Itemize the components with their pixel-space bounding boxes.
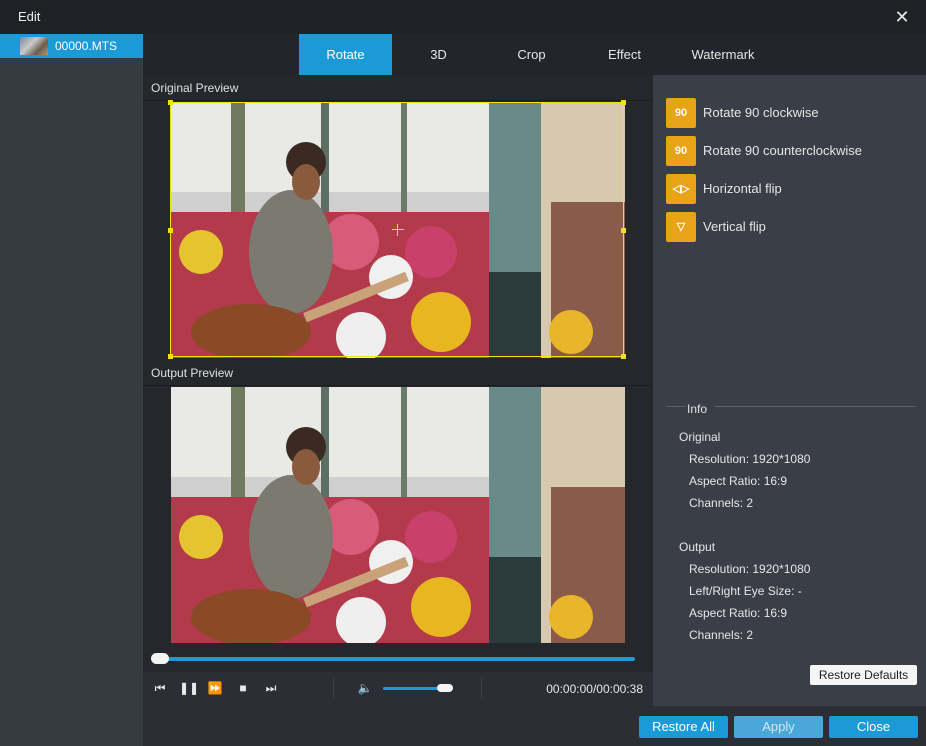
divider xyxy=(143,385,653,386)
horizontal-flip-label: Horizontal flip xyxy=(703,181,782,196)
close-icon[interactable]: ✕ xyxy=(892,7,912,27)
file-thumbnail xyxy=(20,37,48,55)
rotate-counterclockwise-label: Rotate 90 counterclockwise xyxy=(703,143,862,158)
divider xyxy=(143,100,653,101)
info-title: Info xyxy=(687,402,708,416)
original-resolution: Resolution: 1920*1080 xyxy=(689,452,811,466)
output-aspect-ratio: Aspect Ratio: 16:9 xyxy=(689,606,788,620)
dialog-footer: Restore All Apply Close xyxy=(143,706,926,746)
output-channels: Channels: 2 xyxy=(689,628,754,642)
close-button[interactable]: Close xyxy=(829,716,918,738)
seek-handle[interactable] xyxy=(151,653,169,664)
divider xyxy=(715,406,916,407)
preview-panel: Original Preview Output Preview ⏮ ❚❚ ⏩ ■… xyxy=(143,75,653,706)
skip-back-icon[interactable]: ⏮ xyxy=(152,680,168,696)
tab-3d[interactable]: 3D xyxy=(392,34,485,75)
volume-handle[interactable] xyxy=(437,684,453,692)
window-title: Edit xyxy=(18,9,41,24)
divider xyxy=(333,678,334,698)
rotate-options-panel: 90 Rotate 90 clockwise 90 Rotate 90 coun… xyxy=(653,75,926,706)
output-resolution: Resolution: 1920*1080 xyxy=(689,562,811,576)
player-controls: ⏮ ❚❚ ⏩ ■ ⏭ 🔈 00:00:00/00:00:38 xyxy=(143,672,653,706)
apply-button[interactable]: Apply xyxy=(734,716,823,738)
restore-all-button[interactable]: Restore All xyxy=(639,716,728,738)
divider xyxy=(666,406,686,407)
original-aspect-ratio: Aspect Ratio: 16:9 xyxy=(689,474,788,488)
market-scene-image xyxy=(171,387,625,643)
original-heading: Original xyxy=(679,430,721,444)
market-scene-image xyxy=(171,102,625,358)
vertical-flip-label: Vertical flip xyxy=(703,219,766,234)
volume-icon[interactable]: 🔈 xyxy=(357,680,373,696)
flip-vertical-icon: ▽ xyxy=(666,212,696,242)
output-heading: Output xyxy=(679,540,716,554)
tab-bar: Rotate 3D Crop Effect Watermark xyxy=(143,34,926,75)
tab-effect[interactable]: Effect xyxy=(578,34,671,75)
rotate-cw-icon: 90 xyxy=(666,98,696,128)
output-preview-label: Output Preview xyxy=(151,366,234,380)
skip-forward-icon[interactable]: ⏭ xyxy=(263,680,279,696)
restore-defaults-button[interactable]: Restore Defaults xyxy=(810,665,917,685)
pause-icon[interactable]: ❚❚ xyxy=(179,680,199,696)
file-list: 00000.MTS xyxy=(0,34,143,746)
stop-icon[interactable]: ■ xyxy=(235,680,251,696)
rotate-clockwise-label: Rotate 90 clockwise xyxy=(703,105,819,120)
rotate-ccw-icon: 90 xyxy=(666,136,696,166)
file-name: 00000.MTS xyxy=(55,39,118,53)
original-preview-video xyxy=(171,102,625,358)
output-preview-video xyxy=(171,387,625,643)
file-list-item[interactable]: 00000.MTS xyxy=(0,34,143,58)
timecode: 00:00:00/00:00:38 xyxy=(546,682,643,696)
divider xyxy=(481,678,482,698)
tab-watermark[interactable]: Watermark xyxy=(671,34,775,75)
original-preview-label: Original Preview xyxy=(151,81,239,95)
tab-rotate[interactable]: Rotate xyxy=(299,34,392,75)
title-bar: Edit ✕ xyxy=(0,0,926,34)
seek-bar[interactable] xyxy=(153,657,635,661)
fast-forward-icon[interactable]: ⏩ xyxy=(207,680,223,696)
output-eye-size: Left/Right Eye Size: - xyxy=(689,584,802,598)
original-channels: Channels: 2 xyxy=(689,496,754,510)
tab-crop[interactable]: Crop xyxy=(485,34,578,75)
flip-horizontal-icon: ◁▷ xyxy=(666,174,696,204)
